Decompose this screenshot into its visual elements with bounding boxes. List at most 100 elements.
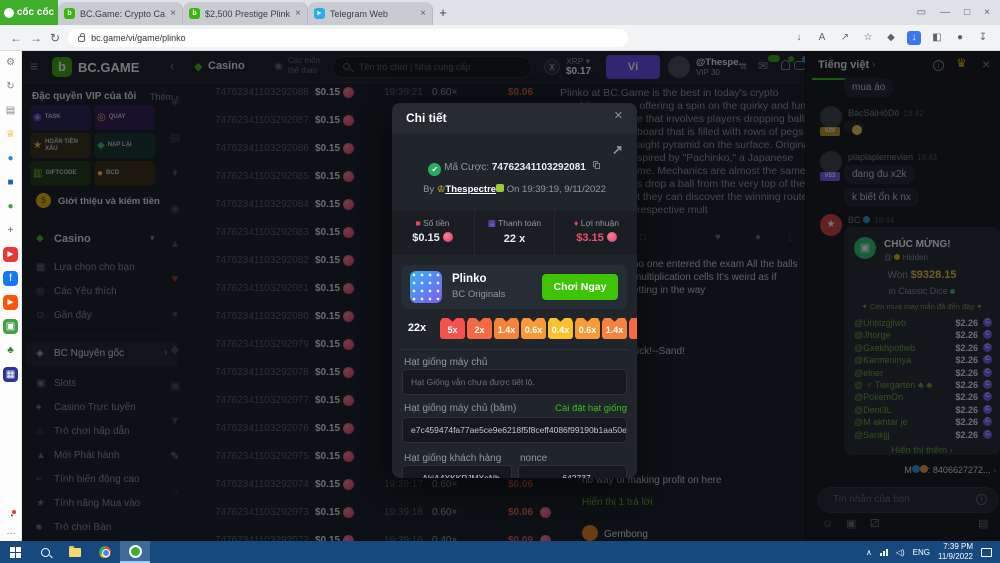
sidebar-item-bc-originals[interactable]: ◈ BC Nguyên gốc › [26, 342, 178, 366]
tab-close-icon[interactable]: × [170, 8, 176, 19]
chat-username[interactable]: BácSáiHộDê19:42 [848, 108, 924, 118]
idm-download-icon[interactable]: ↓ [907, 31, 921, 45]
rail-icon[interactable]: ◆ [171, 343, 179, 356]
rail-icon[interactable]: ● [172, 308, 179, 320]
seed-settings-link[interactable]: Cài đặt hạt giống [555, 403, 627, 414]
bcgame-logo-text[interactable]: BC.GAME [78, 60, 139, 75]
zalo-icon[interactable]: ■ [3, 175, 18, 190]
rail-icon[interactable]: ✎ [170, 450, 179, 463]
thumbs-up-icon[interactable]: ♥ [715, 233, 721, 243]
player-name[interactable]: Thespectre [445, 184, 496, 195]
coccoc-taskbar-icon[interactable] [120, 541, 150, 563]
winner-name[interactable]: @ ♂ Tiergarten ♣ ♣ [854, 380, 932, 390]
vip-card[interactable]: ★ HOÀN TIỀN XẤU [30, 133, 91, 158]
profile-icon[interactable]: ● [953, 31, 967, 45]
crown-icon[interactable]: ♕ [3, 127, 18, 142]
emoji-icon[interactable]: ☺ [822, 519, 833, 530]
show-more-link[interactable]: Hiển thị thêm › [844, 445, 1000, 456]
tab-close-icon[interactable]: × [295, 8, 301, 19]
rail-icon[interactable]: ▲ [170, 238, 181, 250]
browser-tab[interactable]: ► Telegram Web × [308, 2, 433, 25]
action-center-icon[interactable] [981, 548, 992, 557]
leaf-icon[interactable]: ♣ [3, 343, 18, 358]
frame-icon[interactable]: □ [640, 233, 646, 243]
client-seed-field[interactable]: AkiA4XKKPJMXeNb [402, 465, 512, 478]
translate-icon[interactable]: A [815, 31, 829, 45]
plinko-thumbnail[interactable] [410, 271, 442, 303]
winner-name[interactable]: @PokemOn [854, 392, 903, 402]
chat-avatar[interactable] [820, 151, 842, 173]
kebab-menu-icon[interactable]: ⋮ [785, 233, 795, 243]
user-avatar[interactable] [668, 56, 690, 78]
wallet-button[interactable]: Ví [606, 55, 660, 79]
browser-tab[interactable]: b BC.Game: Crypto Casino Ga × [58, 2, 183, 25]
reload-button[interactable]: ↻ [50, 31, 60, 45]
chat-input[interactable]: Tin nhắn của bạn [818, 487, 998, 513]
nav-casino[interactable]: Casino [208, 60, 245, 72]
add-icon[interactable]: + [3, 223, 18, 238]
server-seed-field[interactable]: Hạt Giống vẫn chưa được tiết lộ. [402, 369, 627, 395]
more-icon[interactable]: ⋯ [7, 528, 16, 539]
chrome-icon[interactable] [90, 541, 120, 563]
extension-icon[interactable]: ◧ [930, 31, 944, 45]
menu-icon[interactable]: ≡ [740, 60, 747, 72]
rail-icon[interactable]: ▣ [170, 379, 180, 392]
file-explorer-icon[interactable] [60, 541, 90, 563]
new-tab-button[interactable]: + [433, 0, 453, 25]
mailbox-icon[interactable]: ✉ [758, 60, 768, 72]
winner-name[interactable]: @elner [854, 368, 883, 378]
volume-icon[interactable]: ◁) [896, 548, 905, 557]
dice-icon[interactable]: ⚂ [870, 519, 880, 530]
rail-icon[interactable]: ♥ [172, 273, 179, 285]
youtube-icon[interactable]: ► [3, 247, 18, 262]
play-now-button[interactable]: Chơi Ngay [542, 274, 618, 300]
rail-icon[interactable]: ◉ [170, 202, 180, 215]
rain-congrats-card[interactable]: ▣ CHÚC MỪNG! @ Hidden Won $9328.15 in Cl… [844, 227, 1000, 455]
forward-button[interactable]: → [30, 31, 42, 45]
share-icon[interactable]: ↗ [612, 143, 623, 156]
messenger-icon[interactable]: ● [3, 151, 18, 166]
vip-card[interactable]: ▥ GIFTCODE [30, 161, 91, 186]
coccoc-logo[interactable]: cốc cốc [0, 0, 58, 25]
vip-card[interactable]: ◉ TASK [30, 105, 91, 130]
trophy-icon[interactable]: ♛ [956, 57, 967, 69]
language-indicator[interactable]: ENG [913, 548, 930, 557]
maximize-button[interactable]: □ [964, 8, 970, 18]
taskbar-search-icon[interactable] [30, 541, 60, 563]
facebook-icon[interactable]: f [3, 271, 18, 286]
save-page-icon[interactable]: ↓ [792, 31, 806, 45]
reading-mode-icon[interactable]: ▭ [917, 8, 926, 18]
green-app-icon[interactable]: ● [3, 199, 18, 214]
back-button[interactable]: ← [10, 31, 22, 45]
vip-card[interactable]: ● BCD [94, 161, 155, 186]
referral-link[interactable]: Giới thiệu và kiếm tiền [58, 196, 160, 207]
bc-bot-avatar[interactable]: ★ [820, 214, 842, 236]
url-field[interactable]: bc.game/vi/game/plinko [68, 29, 628, 47]
close-window-button[interactable]: × [984, 8, 990, 18]
copy-icon[interactable] [593, 161, 601, 170]
vip-card[interactable]: ◎ QUAY [94, 105, 155, 130]
notification-bell-icon[interactable]: ◔ [8, 511, 14, 522]
dot-icon[interactable]: ● [755, 233, 761, 243]
chat-avatar[interactable] [820, 106, 842, 128]
minimize-button[interactable]: — [940, 8, 950, 18]
nav-sports-line1[interactable]: Các môn [288, 56, 320, 65]
nav-sports-line2[interactable]: thể thao [288, 66, 317, 75]
nonce-field[interactable]: 642737 [518, 465, 627, 478]
hamburger-menu-icon[interactable]: ≡ [30, 59, 38, 73]
winner-name[interactable]: @Sankjjj [854, 430, 890, 440]
chat-language-selector[interactable]: Tiếng việt [818, 59, 869, 71]
rail-icon[interactable]: ▤ [170, 131, 180, 144]
wallet-tip-icon[interactable]: ▤ [978, 519, 988, 530]
modal-close-icon[interactable]: × [614, 108, 623, 123]
rail-icon[interactable]: ▼ [170, 415, 181, 427]
feed-icon[interactable]: ▤ [3, 103, 18, 118]
winner-name[interactable]: @Deni3L [854, 405, 892, 415]
vip-card[interactable]: ◆ NẠP LẠI [94, 133, 155, 158]
server-seed-hash-field[interactable]: e7c459474fa77ae5ce9e6218f5f8ceff4086f991… [402, 417, 627, 443]
tv-icon[interactable]: ► [3, 295, 18, 310]
taskbar-clock[interactable]: 7:39 PM11/9/2022 [938, 542, 973, 561]
winner-name[interactable]: @Gxekhpotlwb [854, 343, 915, 353]
username[interactable]: @Thespe... [696, 57, 746, 68]
bcgame-logo-icon[interactable]: b [52, 57, 72, 77]
